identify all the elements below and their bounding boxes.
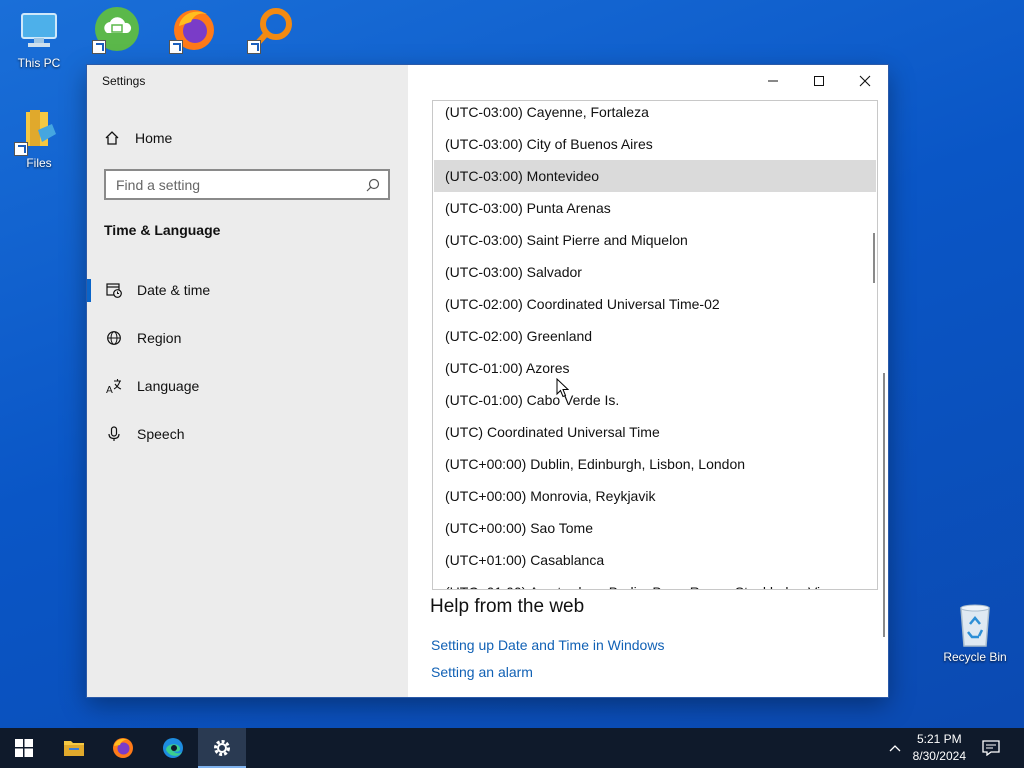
timezone-option[interactable]: (UTC+00:00) Sao Tome	[434, 512, 876, 544]
taskbar: 5:21 PM 8/30/2024	[0, 728, 1024, 768]
timezone-list-scrollbar[interactable]	[873, 233, 875, 283]
shortcut-arrow-icon	[92, 40, 106, 54]
help-link-alarm[interactable]: Setting an alarm	[431, 664, 533, 680]
timezone-option[interactable]: (UTC-03:00) Cayenne, Fortaleza	[434, 101, 876, 128]
recycle-bin-icon	[952, 602, 998, 648]
action-center-button[interactable]	[968, 728, 1014, 768]
settings-sidebar: Settings Home Time & Language	[87, 65, 408, 697]
desktop-icon-label: Recycle Bin	[943, 650, 1007, 664]
desktop-icon-files[interactable]: Files	[1, 108, 77, 170]
desktop-icon-recycle-bin[interactable]: Recycle Bin	[937, 602, 1013, 664]
timezone-option[interactable]: (UTC-03:00) Punta Arenas	[434, 192, 876, 224]
cloud-app-icon	[92, 6, 140, 54]
notification-icon	[982, 740, 1000, 756]
shortcut-arrow-icon	[247, 40, 261, 54]
desktop-icon-cloud-app[interactable]	[79, 6, 155, 54]
taskbar-settings[interactable]	[198, 728, 246, 768]
search-input[interactable]	[106, 176, 358, 193]
shortcut-arrow-icon	[14, 142, 28, 156]
file-explorer-icon	[64, 741, 84, 756]
timezone-option[interactable]: (UTC-03:00) Salvador	[434, 256, 876, 288]
firefox-icon	[113, 738, 133, 758]
nav-home-label: Home	[135, 130, 173, 146]
close-icon	[859, 75, 871, 87]
settings-window: Settings Home Time & Language	[87, 65, 888, 697]
edge-icon	[163, 738, 183, 758]
section-title: Time & Language	[104, 222, 221, 238]
clock-time: 5:21 PM	[916, 732, 962, 746]
desktop-icon-label: This PC	[17, 56, 61, 70]
nav-home[interactable]: Home	[104, 127, 172, 149]
timezone-option-selected[interactable]: (UTC-03:00) Montevideo	[434, 160, 876, 192]
start-button[interactable]	[0, 728, 48, 768]
svg-text:A: A	[106, 385, 113, 394]
desktop-icon-this-pc[interactable]: This PC	[1, 8, 77, 70]
taskbar-file-explorer[interactable]	[50, 728, 98, 768]
sidebar-item-date-time[interactable]: Date & time	[87, 270, 408, 310]
search-app-icon	[247, 6, 295, 54]
sidebar-item-label: Language	[137, 378, 200, 394]
timezone-option[interactable]: (UTC) Coordinated Universal Time	[434, 416, 876, 448]
timezone-dropdown-list[interactable]: (UTC-03:00) Cayenne, Fortaleza (UTC-03:0…	[432, 100, 878, 590]
timezone-option[interactable]: (UTC-01:00) Azores	[434, 352, 876, 384]
maximize-icon	[814, 76, 824, 86]
language-icon: A	[104, 378, 124, 394]
timezone-option[interactable]: (UTC-01:00) Cabo Verde Is.	[434, 384, 876, 416]
timezone-option[interactable]: (UTC+00:00) Monrovia, Reykjavik	[434, 480, 876, 512]
desktop-icon-firefox[interactable]	[156, 6, 232, 54]
timezone-option[interactable]: (UTC-03:00) Saint Pierre and Miquelon	[434, 224, 876, 256]
this-pc-icon	[16, 8, 62, 54]
timezone-option[interactable]: (UTC+01:00) Casablanca	[434, 544, 876, 576]
help-title: Help from the web	[430, 596, 585, 617]
start-icon	[15, 739, 33, 757]
globe-icon	[104, 330, 124, 346]
date-time-icon	[104, 282, 124, 298]
timezone-option[interactable]: (UTC+01:00) Amsterdam, Berlin, Bern, Rom…	[434, 576, 876, 589]
sidebar-item-region[interactable]: Region	[87, 318, 408, 358]
sidebar-item-language[interactable]: A Language	[87, 366, 408, 406]
mouse-cursor-icon	[556, 378, 569, 398]
sidebar-item-speech[interactable]: Speech	[87, 414, 408, 454]
minimize-icon	[768, 80, 778, 82]
taskbar-edge[interactable]	[149, 728, 197, 768]
settings-icon	[214, 740, 230, 756]
firefox-icon	[169, 6, 217, 54]
search-icon[interactable]	[358, 178, 388, 192]
chevron-up-icon	[889, 745, 901, 752]
page-scrollbar[interactable]	[883, 373, 885, 637]
sidebar-item-label: Date & time	[137, 282, 211, 298]
search-box[interactable]	[104, 169, 390, 200]
folder-icon	[14, 108, 62, 156]
minimize-button[interactable]	[750, 65, 796, 97]
close-button[interactable]	[842, 65, 888, 97]
shortcut-arrow-icon	[169, 40, 183, 54]
sidebar-item-label: Speech	[137, 426, 185, 442]
timezone-option[interactable]: (UTC-02:00) Coordinated Universal Time-0…	[434, 288, 876, 320]
microphone-icon	[104, 426, 124, 442]
timezone-option[interactable]: (UTC-03:00) City of Buenos Aires	[434, 128, 876, 160]
clock-date: 8/30/2024	[912, 749, 966, 763]
help-link-date-time[interactable]: Setting up Date and Time in Windows	[431, 637, 664, 653]
taskbar-clock[interactable]: 5:21 PM 8/30/2024	[913, 731, 966, 765]
timezone-option[interactable]: (UTC-02:00) Greenland	[434, 320, 876, 352]
window-title: Settings	[102, 74, 146, 88]
sidebar-item-label: Region	[137, 330, 182, 346]
desktop-icon-search-app[interactable]	[234, 6, 310, 54]
desktop-icon-label: Files	[26, 156, 52, 170]
taskbar-firefox[interactable]	[99, 728, 147, 768]
timezone-option[interactable]: (UTC+00:00) Dublin, Edinburgh, Lisbon, L…	[434, 448, 876, 480]
maximize-button[interactable]	[796, 65, 842, 97]
home-icon	[105, 131, 119, 145]
